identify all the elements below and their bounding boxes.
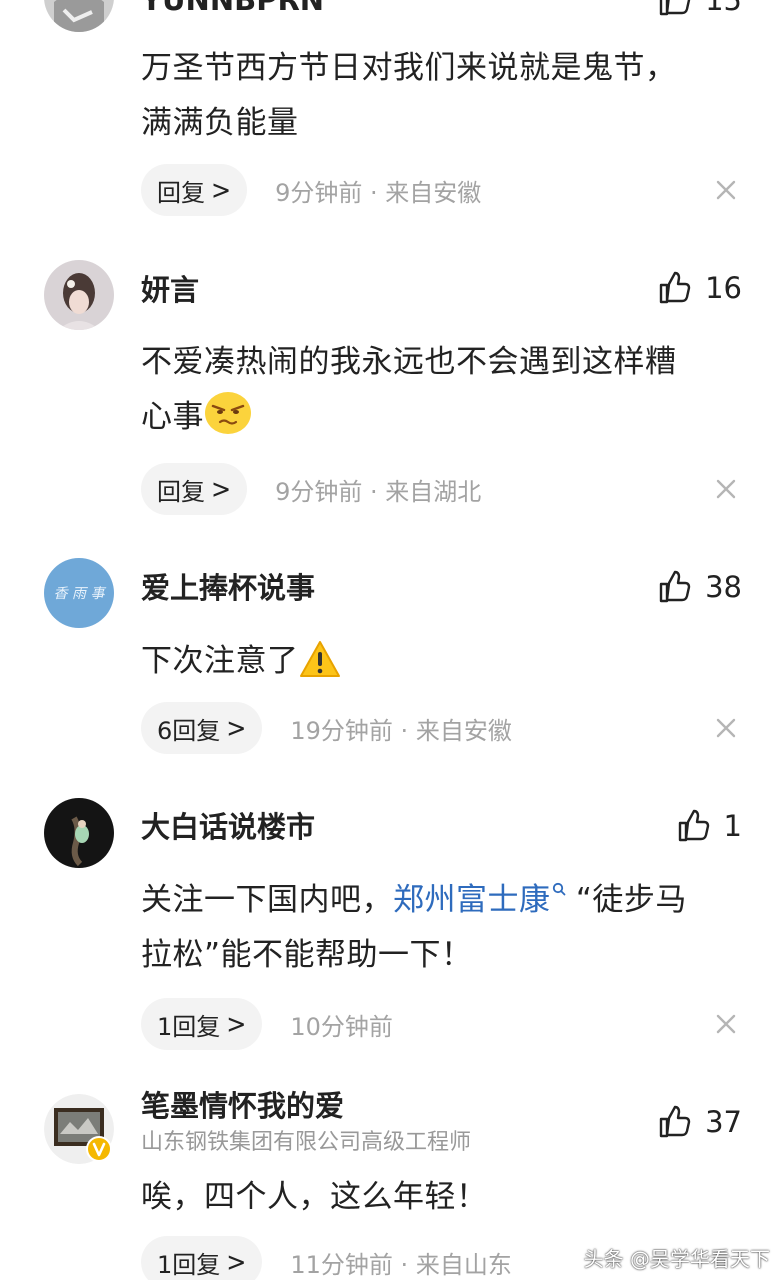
user-title: 山东钢铁集团有限公司高级工程师 <box>141 1130 472 1155</box>
username[interactable]: YUNNBPRN <box>141 0 324 18</box>
comment-time-location: 11分钟前 · 来自山东 <box>290 1250 512 1279</box>
reply-button[interactable]: 6回复 > <box>141 702 263 754</box>
comment-text: 不爱凑热闹的我永远也不会遇到这样糟 心事 <box>141 335 751 445</box>
verified-v-icon <box>86 1136 112 1162</box>
comment-text-line: 唉，四个人，这么年轻！ <box>141 1179 488 1215</box>
close-icon[interactable] <box>714 477 738 501</box>
chevron-right-icon: > <box>226 1246 247 1278</box>
reply-label: 回复 <box>157 477 205 506</box>
thumbs-up-icon <box>659 0 691 16</box>
chevron-right-icon: > <box>226 712 247 744</box>
reply-label: 1回复 <box>157 1250 221 1279</box>
chevron-right-icon: > <box>211 473 232 505</box>
close-icon[interactable] <box>714 178 738 202</box>
comment-text-line: 满满负能量 <box>141 105 299 141</box>
username[interactable]: 大白话说楼市 <box>141 809 315 845</box>
search-topic-link[interactable]: 郑州富士康 <box>393 882 551 918</box>
close-icon[interactable] <box>714 1012 738 1036</box>
chevron-right-icon: > <box>226 1008 247 1040</box>
username[interactable]: 爱上捧杯说事 <box>141 570 315 606</box>
avatar[interactable]: 香 雨 事 <box>44 558 114 628</box>
comment-text: 唉，四个人，这么年轻！ <box>141 1170 751 1225</box>
warning-emoji-icon <box>299 641 340 677</box>
comment-text-line: 万圣节西方节日对我们来说就是鬼节， <box>141 50 677 86</box>
comment-text-segment: 心事 <box>141 399 204 435</box>
comment-text-line: 心事 <box>141 390 751 445</box>
comment-time-location: 10分钟前 <box>290 1012 393 1041</box>
like-count: 15 <box>705 0 742 17</box>
like-button[interactable]: 37 <box>657 1102 742 1142</box>
comment-meta-row: 回复 > 9分钟前 · 来自安徽 <box>141 164 481 216</box>
comment-time-location: 19分钟前 · 来自安徽 <box>290 716 512 745</box>
comment-meta-row: 1回复 > 11分钟前 · 来自山东 <box>141 1236 512 1280</box>
like-button[interactable]: 15 <box>657 0 742 20</box>
reply-label: 6回复 <box>157 716 221 745</box>
comment-meta-row: 回复 > 9分钟前 · 来自湖北 <box>141 463 481 515</box>
like-count: 38 <box>705 570 742 604</box>
like-count: 16 <box>705 271 742 305</box>
comment-text-line: 不爱凑热闹的我永远也不会遇到这样糟 <box>141 344 677 380</box>
comment-text: 下次注意了 <box>141 634 751 689</box>
username[interactable]: 妍言 <box>141 272 199 308</box>
reply-button[interactable]: 1回复 > <box>141 1236 263 1280</box>
comment-time-location: 9分钟前 · 来自湖北 <box>275 477 482 506</box>
thumbs-up-icon <box>659 1105 691 1138</box>
close-icon[interactable] <box>714 716 738 740</box>
comment-text: 万圣节西方节日对我们来说就是鬼节， 满满负能量 <box>141 41 751 151</box>
like-button[interactable]: 16 <box>657 268 742 308</box>
reply-button[interactable]: 1回复 > <box>141 998 263 1050</box>
like-count: 37 <box>705 1105 742 1139</box>
username[interactable]: 笔墨情怀我的爱 <box>141 1088 344 1124</box>
comment-list-page: YUNNBPRN 15 万圣节西方节日对我们来说就是鬼节， 满满负能量 回复 >… <box>0 0 784 1280</box>
reply-label: 回复 <box>157 178 205 207</box>
reply-label: 1回复 <box>157 1012 221 1041</box>
avatar[interactable] <box>44 260 114 330</box>
like-button[interactable]: 1 <box>676 806 742 846</box>
comment-meta-row: 1回复 > 10分钟前 <box>141 998 393 1050</box>
svg-text:香 雨 事: 香 雨 事 <box>54 586 107 602</box>
like-button[interactable]: 38 <box>657 567 742 607</box>
thumbs-up-icon <box>678 809 709 842</box>
comment-text-segment: “徒步马 <box>565 882 687 918</box>
comment-text-line: 关注一下国内吧，郑州富士康 “徒步马 <box>141 873 751 928</box>
avatar[interactable] <box>44 1094 114 1164</box>
chevron-right-icon: > <box>211 174 232 206</box>
reply-button[interactable]: 回复 > <box>141 164 248 216</box>
thumbs-up-icon <box>659 271 691 304</box>
comment-meta-row: 6回复 > 19分钟前 · 来自安徽 <box>141 702 512 754</box>
comment-text-line: 拉松”能不能帮助一下！ <box>141 937 473 973</box>
smirk-emoji-icon <box>205 392 251 434</box>
comment-time-location: 9分钟前 · 来自安徽 <box>275 178 482 207</box>
watermark: 头条 @吴学华看天下 <box>583 1247 770 1271</box>
reply-button[interactable]: 回复 > <box>141 463 248 515</box>
search-icon[interactable] <box>552 882 566 896</box>
comment-text-line: 下次注意了 <box>141 634 751 689</box>
like-count: 1 <box>723 809 742 843</box>
avatar[interactable] <box>44 0 114 32</box>
comment-text-segment: 关注一下国内吧， <box>141 882 393 918</box>
comment-text-segment: 下次注意了 <box>141 643 299 679</box>
avatar[interactable] <box>44 798 114 868</box>
thumbs-up-icon <box>659 570 691 603</box>
comment-text: 关注一下国内吧，郑州富士康 “徒步马 拉松”能不能帮助一下！ <box>141 873 751 983</box>
